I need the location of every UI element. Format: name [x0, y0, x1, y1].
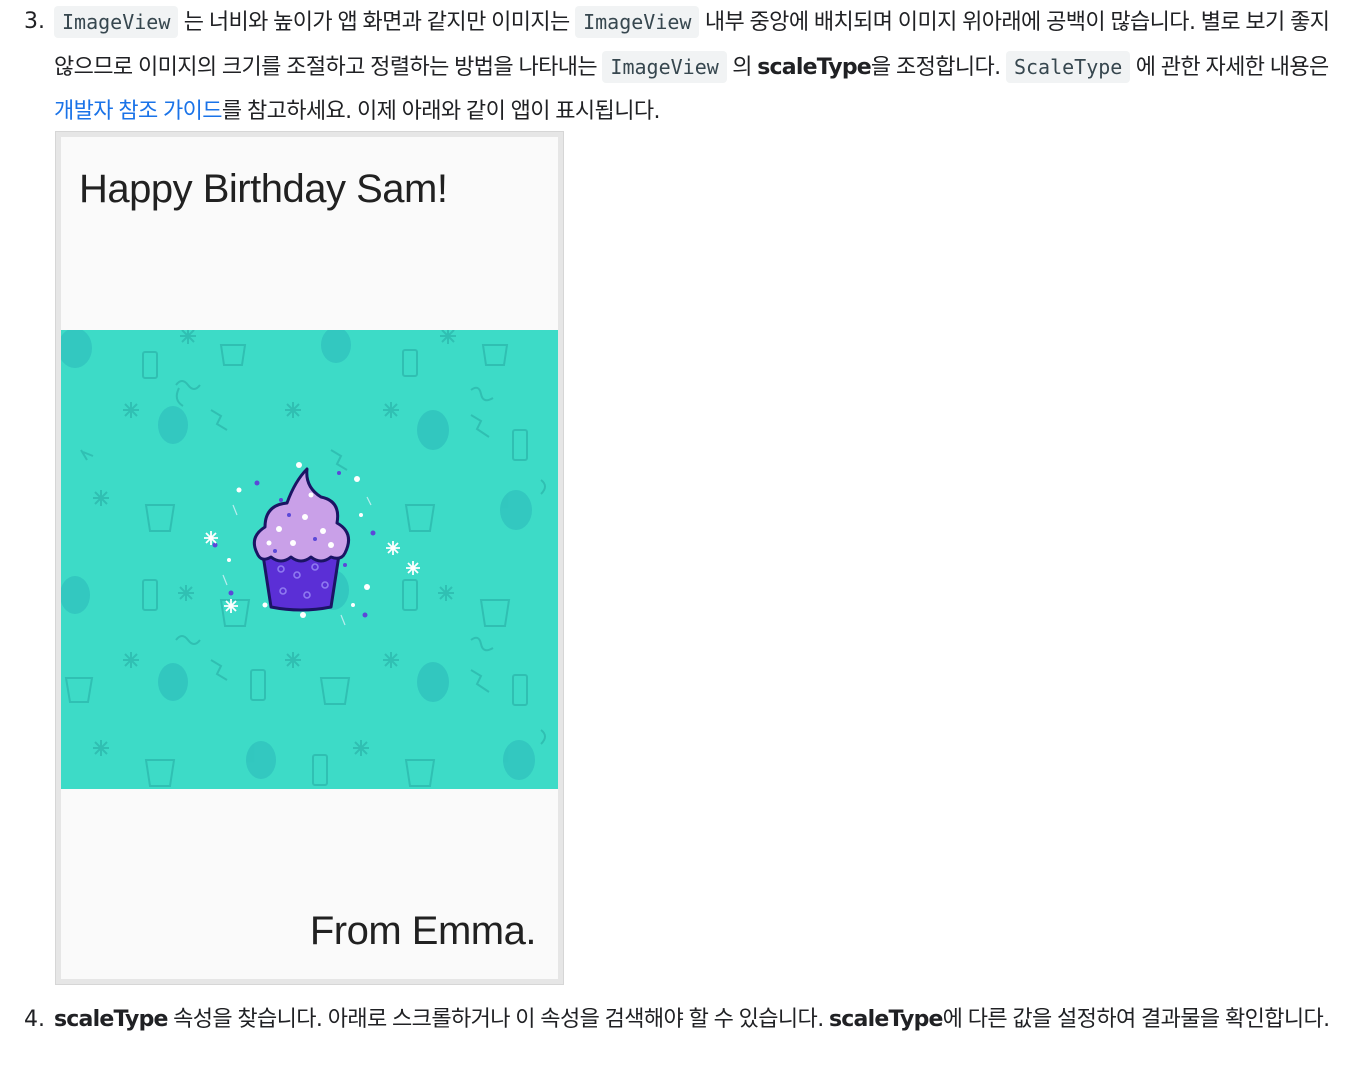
step-3-text: ImageView 는 너비와 높이가 앱 화면과 같지만 이미지는 Image… — [54, 0, 1334, 134]
bold-scaletype: scaleType — [757, 55, 871, 80]
text-fragment: 를 참고하세요. 이제 아래와 같이 앱이 표시됩니다. — [221, 99, 661, 124]
app-screenshot: Happy Birthday Sam! From Emma. — [55, 131, 564, 985]
bold-scaletype: scaleType — [54, 1007, 168, 1032]
code-imageview: ImageView — [602, 51, 727, 83]
step-4-text: scaleType 속성을 찾습니다. 아래로 스크롤하거나 이 속성을 검색해… — [54, 998, 1334, 1042]
developer-reference-link[interactable]: 개발자 참조 가이드 — [54, 99, 223, 124]
birthday-image — [61, 330, 558, 789]
text-fragment: 는 너비와 높이가 앱 화면과 같지만 이미지는 — [183, 10, 570, 35]
text-fragment: 에 관한 자세한 내용은 — [1135, 55, 1330, 80]
code-imageview: ImageView — [54, 6, 179, 38]
step-number: 3. — [24, 9, 45, 34]
code-imageview: ImageView — [575, 6, 700, 38]
code-scaletype: ScaleType — [1005, 51, 1131, 83]
app-screen: Happy Birthday Sam! From Emma. — [61, 137, 558, 979]
birthday-pattern-svg — [61, 330, 546, 787]
text-fragment: 속성을 찾습니다. 아래로 스크롤하거나 이 속성을 검색해야 할 수 있습니다… — [173, 1007, 824, 1032]
bold-scaletype: scaleType — [829, 1007, 943, 1032]
greeting-text: Happy Birthday Sam! — [79, 167, 448, 211]
text-fragment: 의 — [732, 55, 752, 80]
signoff-text: From Emma. — [309, 909, 537, 953]
step-number: 4. — [24, 1007, 45, 1032]
text-fragment: 을 조정합니다. — [870, 55, 1001, 80]
text-fragment: 에 다른 값을 설정하여 결과물을 확인합니다. — [942, 1007, 1330, 1032]
